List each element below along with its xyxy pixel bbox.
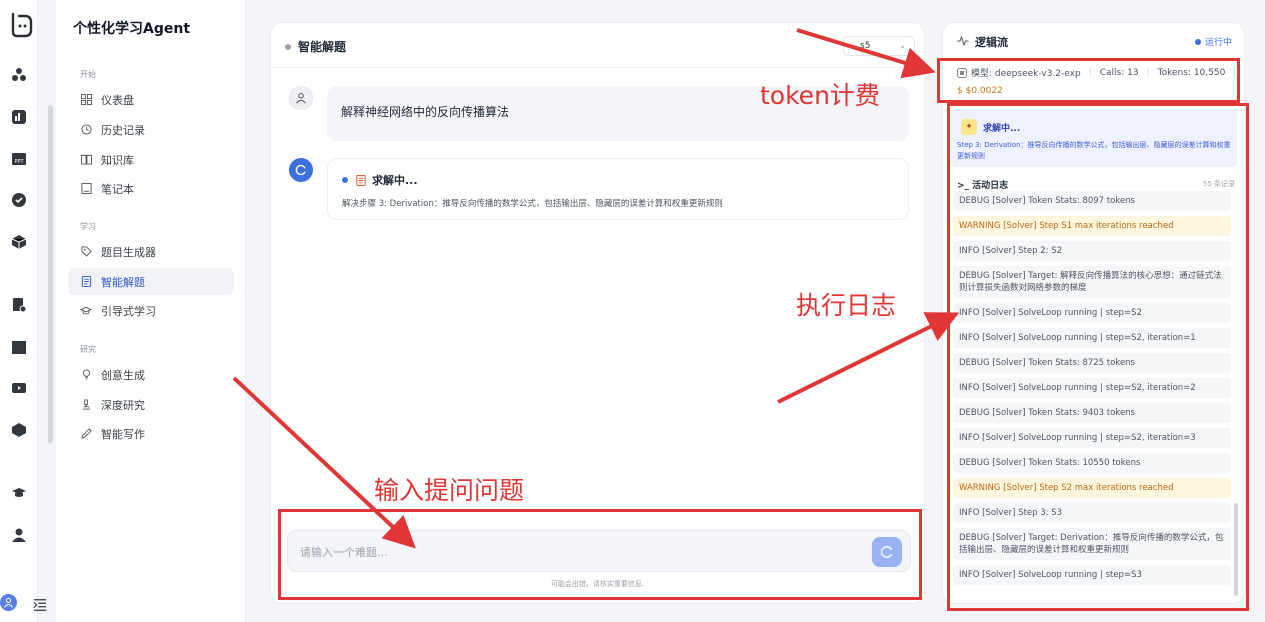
status-dot (1194, 38, 1201, 45)
sidebar-item-label: 创意生成 (101, 368, 145, 382)
play-icon[interactable] (10, 379, 28, 397)
panel-title-text: 智能解题 (298, 40, 347, 54)
molecules-icon[interactable] (10, 66, 28, 84)
assistant-message: 求解中... 解决步骤 3: Derivation：推导反向传播的数学公式，包括… (327, 158, 909, 220)
grid-icon (80, 94, 92, 106)
section-label-learn: 学习 (80, 222, 96, 231)
sidebar-item-history[interactable]: 历史记录 (68, 116, 234, 143)
code-icon[interactable] (10, 296, 28, 314)
solving-step: 解决步骤 3: Derivation：推导反向传播的数学公式，包括输出层、隐藏层… (342, 199, 723, 209)
sidebar-item-label: 深度研究 (101, 398, 145, 412)
annotation-box-input (278, 509, 922, 600)
clapper-icon[interactable] (10, 338, 28, 356)
running-badge: 运行中 (1194, 35, 1232, 48)
doc-icon (80, 276, 92, 288)
sidebar-item-smart-solver[interactable]: 智能解题 (68, 268, 234, 295)
sidebar-item-idea-generation[interactable]: 创意生成 (68, 361, 234, 388)
sidebar-item-label: 历史记录 (101, 123, 145, 137)
bulb-icon (80, 369, 92, 381)
sidebar-item-dashboard[interactable]: 仪表盘 (68, 86, 234, 113)
sidebar-item-label: 知识库 (101, 153, 134, 167)
status-dot (285, 43, 291, 50)
sidebar-item-smart-writing[interactable]: 智能写作 (68, 420, 234, 447)
notebook-icon (80, 183, 92, 195)
sidebar-item-label: 智能解题 (101, 275, 145, 289)
section-label-start: 开始 (80, 70, 96, 79)
sidebar-item-deep-research[interactable]: 深度研究 (68, 391, 234, 418)
app-title: 个性化学习Agent (73, 21, 191, 37)
graduation-icon[interactable] (10, 484, 28, 502)
solving-status-text: 求解中... (372, 174, 418, 187)
sidebar-item-label: 笔记本 (101, 182, 134, 196)
panel-title: 智能解题 (285, 38, 346, 55)
microscope-icon (80, 399, 92, 411)
indent-icon[interactable] (31, 596, 49, 614)
svg-text:PPT: PPT (14, 159, 24, 165)
sidebar-item-label: 仪表盘 (101, 93, 134, 107)
sidebar-item-guided-learning[interactable]: 引导式学习 (68, 297, 234, 324)
sidebar-item-knowledge[interactable]: 知识库 (68, 146, 234, 173)
annotation-label-log: 执行日志 (796, 291, 897, 320)
sidebar-item-label: 智能写作 (101, 427, 145, 441)
chevron-down-icon: ⌄ (899, 41, 906, 50)
ppt-icon[interactable]: PPT (10, 150, 28, 168)
chat-header: 智能解题 s5 ⌄ (271, 23, 924, 68)
cube-icon[interactable] (10, 233, 28, 251)
solving-status: 求解中... (342, 172, 418, 188)
annotation-box-log (947, 103, 1249, 611)
sidebar: 个性化学习Agent 开始 仪表盘 历史记录 知识库 笔记本 学习 题目生成器 … (56, 0, 246, 622)
session-select-value: s5 (860, 41, 871, 51)
check-icon[interactable] (10, 191, 28, 209)
section-label-research: 研究 (80, 345, 96, 354)
cap-icon (80, 305, 92, 317)
history-icon (80, 124, 92, 136)
rail-scrollbar[interactable] (48, 105, 53, 443)
annotation-label-token: token计费 (760, 81, 880, 110)
sidebar-item-notebook[interactable]: 笔记本 (68, 175, 234, 202)
annotation-label-input: 输入提问问题 (374, 476, 525, 505)
powerbi-icon[interactable] (10, 108, 28, 126)
logo-icon[interactable] (5, 10, 35, 40)
logic-header: 逻辑流 运行中 (943, 23, 1244, 59)
user-icon[interactable] (10, 526, 28, 544)
book-icon (80, 154, 92, 166)
user-avatar (289, 86, 313, 110)
session-select[interactable]: s5 ⌄ (843, 36, 915, 56)
profile-avatar[interactable] (0, 594, 17, 611)
icon-rail: PPT (0, 0, 47, 622)
doc-icon (356, 174, 366, 186)
user-icon (296, 93, 306, 104)
sidebar-item-label: 引导式学习 (101, 304, 156, 318)
status-dot (342, 177, 348, 183)
loading-icon (295, 164, 306, 176)
logic-title: 逻辑流 (957, 34, 1008, 50)
box-icon[interactable] (10, 421, 28, 439)
activity-icon (957, 34, 969, 50)
tag-icon (80, 246, 92, 258)
sidebar-item-label: 题目生成器 (101, 245, 156, 259)
logic-title-text: 逻辑流 (975, 36, 1008, 49)
assistant-avatar (289, 158, 313, 182)
pen-icon (80, 428, 92, 440)
annotation-box-token (937, 58, 1240, 103)
sidebar-item-question-generator[interactable]: 题目生成器 (68, 238, 234, 265)
running-text: 运行中 (1204, 38, 1232, 48)
